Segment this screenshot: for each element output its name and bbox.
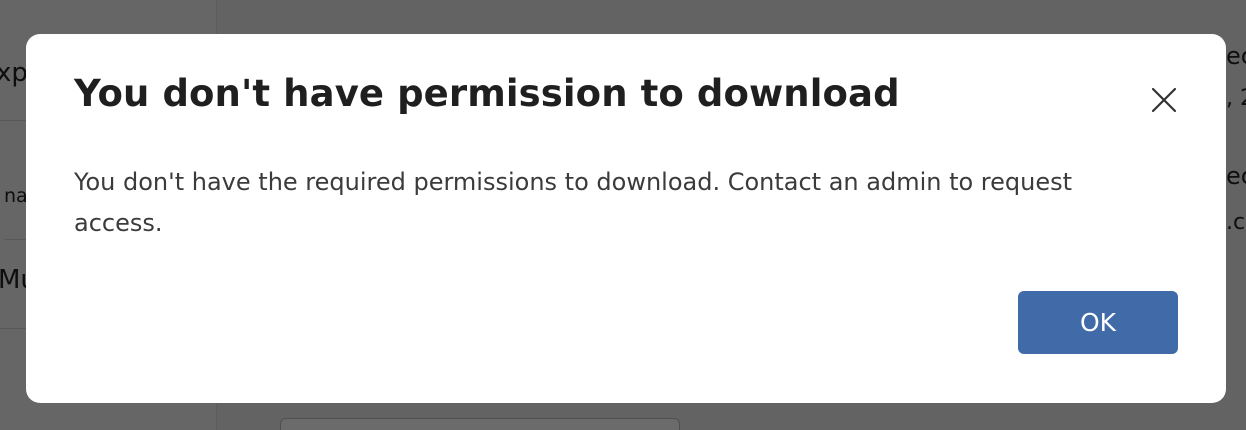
permission-dialog: You don't have permission to download Yo… [26,34,1226,403]
dialog-message: You don't have the required permissions … [74,168,1073,237]
ok-button[interactable]: OK [1018,291,1178,354]
close-button[interactable] [1144,80,1184,120]
dialog-title: You don't have permission to download [74,72,900,115]
close-icon [1151,87,1177,113]
